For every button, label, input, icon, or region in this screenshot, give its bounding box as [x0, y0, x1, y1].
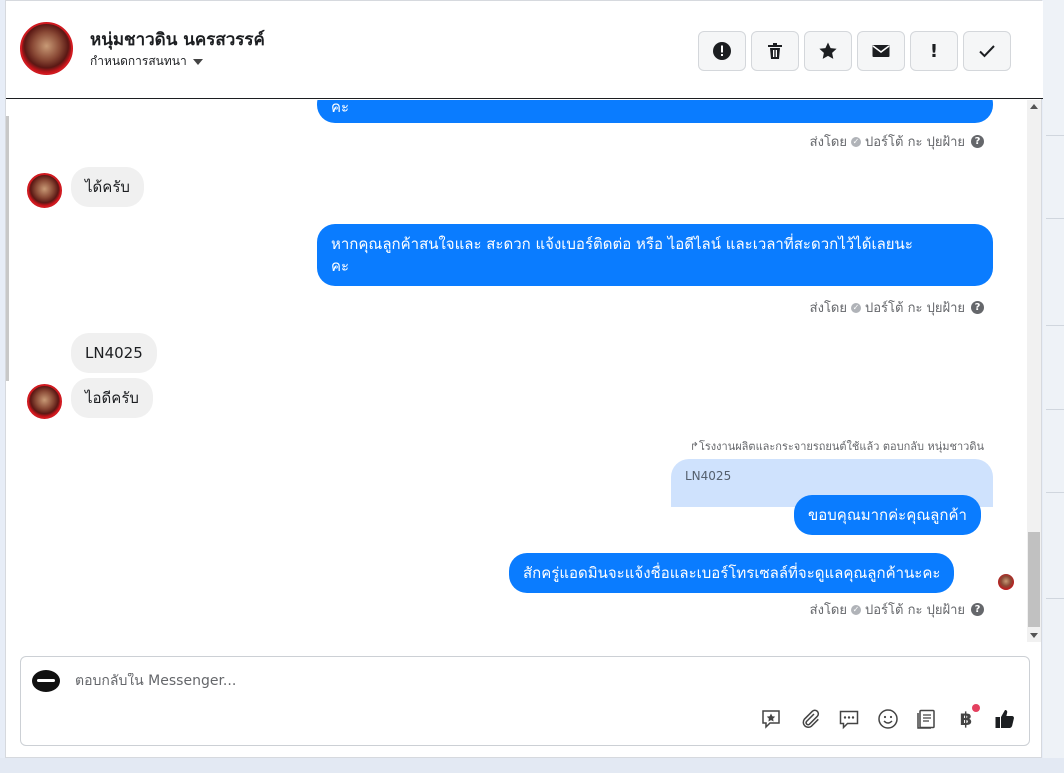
- composer-toolbar: ฿: [759, 704, 1017, 731]
- sent-by-name: ปอร์โต้ กะ ปุยฝ้าย: [865, 603, 965, 618]
- divider: [1046, 325, 1064, 326]
- incoming-message[interactable]: LN4025: [71, 333, 157, 373]
- important-button[interactable]: !: [910, 31, 958, 71]
- message-text-line: หากคุณลูกค้าสนใจและ สะดวก แจ้งเบอร์ติดต่…: [331, 235, 913, 253]
- scroll-up-arrow-icon[interactable]: [1030, 104, 1038, 109]
- incoming-message[interactable]: ไอดีครับ: [71, 378, 153, 418]
- conversation-header: หนุ่มชาวดิน นครสวรรค์ กำหนดการสนทนา !: [6, 1, 1043, 99]
- outgoing-message[interactable]: สักครู่แอดมินจะแจ้งชื่อและเบอร์โทรเซลล์ท…: [509, 553, 955, 593]
- sent-by-info: ส่งโดย ✓ ปอร์โต้ กะ ปุยฝ้าย ?: [810, 297, 984, 318]
- done-button[interactable]: [963, 31, 1011, 71]
- help-icon[interactable]: ?: [971, 301, 984, 314]
- divider: [1046, 135, 1064, 136]
- sent-by-label: ส่งโดย: [809, 603, 847, 618]
- bottom-edge: [0, 758, 1064, 773]
- sender-avatar[interactable]: [27, 384, 62, 419]
- message-list: คะ ส่งโดย ✓ ปอร์โต้ กะ ปุยฝ้าย ? ได้ครับ…: [6, 100, 1026, 642]
- message-text: สักครู่แอดมินจะแจ้งชื่อและเบอร์โทรเซลล์ท…: [523, 564, 941, 582]
- template-icon: [917, 709, 935, 729]
- exclamation-icon: !: [929, 40, 939, 62]
- quick-reply-button[interactable]: [837, 707, 861, 731]
- star-button[interactable]: [804, 31, 852, 71]
- checkmark-icon: [979, 45, 995, 58]
- chat-bubble-icon: [839, 710, 859, 730]
- verified-icon: ✓: [851, 604, 861, 615]
- scroll-down-arrow-icon[interactable]: [1030, 633, 1038, 638]
- star-icon: [819, 42, 837, 59]
- divider: [1046, 409, 1064, 410]
- help-icon[interactable]: ?: [971, 603, 984, 616]
- divider: [1046, 492, 1064, 493]
- saved-reply-button[interactable]: [759, 707, 783, 731]
- schedule-label: กำหนดการสนทนา: [90, 54, 187, 68]
- reply-input[interactable]: [75, 673, 725, 689]
- emoji-button[interactable]: [876, 707, 900, 731]
- spam-button[interactable]: [698, 31, 746, 71]
- thumbs-up-icon: [995, 710, 1014, 728]
- reply-arrow-icon: ↱: [689, 440, 699, 453]
- sender-avatar[interactable]: [27, 173, 62, 208]
- verified-icon: ✓: [851, 136, 861, 147]
- side-panel-edge: [1043, 0, 1064, 773]
- mark-unread-button[interactable]: [857, 31, 905, 71]
- message-text: ไอดีครับ: [85, 389, 139, 407]
- envelope-icon: [872, 45, 890, 57]
- divider: [1046, 218, 1064, 219]
- page-avatar: [32, 670, 60, 692]
- alert-circle-icon: [713, 42, 731, 60]
- help-icon[interactable]: ?: [971, 135, 984, 148]
- conversation-panel: หนุ่มชาวดิน นครสวรรค์ กำหนดการสนทนา ! คะ…: [5, 0, 1043, 758]
- sent-by-name: ปอร์โต้ กะ ปุยฝ้าย: [865, 135, 965, 150]
- contact-name[interactable]: หนุ่มชาวดิน นครสวรรค์: [90, 26, 265, 53]
- attach-button[interactable]: [798, 707, 822, 731]
- sent-by-name: ปอร์โต้ กะ ปุยฝ้าย: [865, 301, 965, 316]
- header-toolbar: !: [698, 31, 1011, 71]
- message-text: คะ: [331, 100, 350, 116]
- sent-by-label: ส่งโดย: [809, 301, 847, 316]
- conversation-schedule-dropdown[interactable]: กำหนดการสนทนา: [90, 52, 203, 71]
- seen-avatar: [998, 574, 1014, 590]
- scrollbar-thumb[interactable]: [1028, 532, 1040, 627]
- message-text-line: คะ: [331, 257, 350, 275]
- incoming-message[interactable]: ได้ครับ: [71, 167, 144, 207]
- outgoing-message[interactable]: ขอบคุณมากค่ะคุณลูกค้า: [794, 495, 981, 535]
- like-button[interactable]: [993, 707, 1017, 731]
- notification-dot: [972, 704, 980, 712]
- saved-reply-icon: [762, 710, 780, 729]
- quote-text: LN4025: [685, 469, 732, 483]
- message-text: ขอบคุณมากค่ะคุณลูกค้า: [808, 506, 967, 524]
- delete-button[interactable]: [751, 31, 799, 71]
- divider: [1046, 598, 1064, 599]
- reply-note-text: โรงงานผลิตและกระจายรถยนต์ใช้แล้ว ตอบกลับ…: [698, 440, 984, 453]
- emoji-icon: [878, 709, 898, 729]
- reply-note: ↱โรงงานผลิตและกระจายรถยนต์ใช้แล้ว ตอบกลั…: [690, 437, 984, 455]
- message-scrollbar[interactable]: [1027, 100, 1041, 642]
- outgoing-message[interactable]: คะ: [317, 100, 993, 123]
- caret-down-icon: [192, 58, 203, 65]
- reply-composer: ฿: [20, 656, 1030, 746]
- payment-button[interactable]: ฿: [954, 704, 980, 731]
- message-text: LN4025: [85, 344, 143, 362]
- sent-by-info: ส่งโดย ✓ ปอร์โต้ กะ ปุยฝ้าย ?: [810, 599, 984, 620]
- verified-icon: ✓: [851, 302, 861, 313]
- trash-icon: [768, 43, 782, 59]
- sent-by-info: ส่งโดย ✓ ปอร์โต้ กะ ปุยฝ้าย ?: [810, 131, 984, 152]
- baht-payment-icon: ฿: [959, 708, 973, 730]
- sent-by-label: ส่งโดย: [809, 135, 847, 150]
- attachment-icon: [802, 709, 820, 729]
- outgoing-message[interactable]: หากคุณลูกค้าสนใจและ สะดวก แจ้งเบอร์ติดต่…: [317, 224, 993, 286]
- template-button[interactable]: [915, 707, 939, 731]
- contact-avatar[interactable]: [20, 22, 73, 75]
- message-text: ได้ครับ: [85, 178, 130, 196]
